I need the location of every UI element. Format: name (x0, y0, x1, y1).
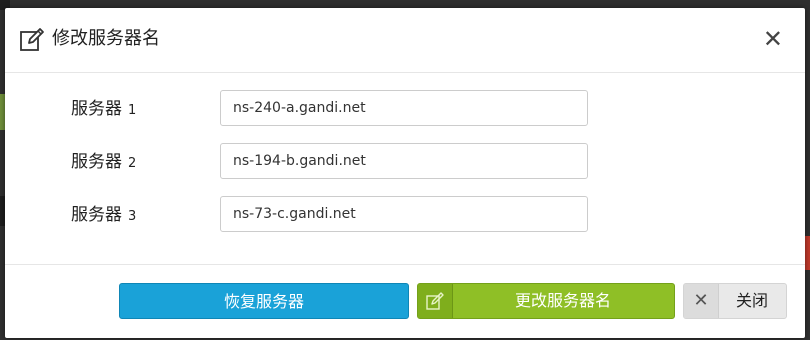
dialog-title: 修改服务器名 (52, 28, 160, 49)
close-button[interactable]: ✕ 关闭 (683, 283, 787, 319)
server-label: 服务器 3 (71, 205, 137, 225)
edit-icon (19, 27, 45, 53)
restore-servers-button[interactable]: 恢复服务器 (119, 283, 409, 319)
dialog-header: 修改服务器名 ✕ (5, 8, 805, 73)
server-row-3: 服务器 3 (5, 196, 805, 236)
close-label: 关闭 (735, 291, 768, 310)
dialog-footer: 恢复服务器 更改服务器名 ✕ 关闭 (5, 264, 805, 339)
close-icon[interactable]: ✕ (763, 26, 783, 52)
change-nameservers-button[interactable]: 更改服务器名 (417, 283, 675, 319)
server-label: 服务器 1 (71, 99, 137, 119)
server-2-input[interactable] (220, 143, 588, 179)
edit-icon (418, 284, 453, 318)
change-nameservers-label: 更改服务器名 (514, 291, 611, 310)
edit-nameservers-dialog: 修改服务器名 ✕ 服务器1 服务器2 服务器3 恢复服务器 更改服务器名 ✕ 关… (5, 8, 805, 338)
close-icon: ✕ (684, 284, 719, 318)
server-3-input[interactable] (220, 196, 588, 232)
server-row-1: 服务器 1 (5, 90, 805, 130)
server-label: 服务器 2 (71, 152, 137, 172)
server-row-2: 服务器 2 (5, 143, 805, 183)
server-1-input[interactable] (220, 90, 588, 126)
